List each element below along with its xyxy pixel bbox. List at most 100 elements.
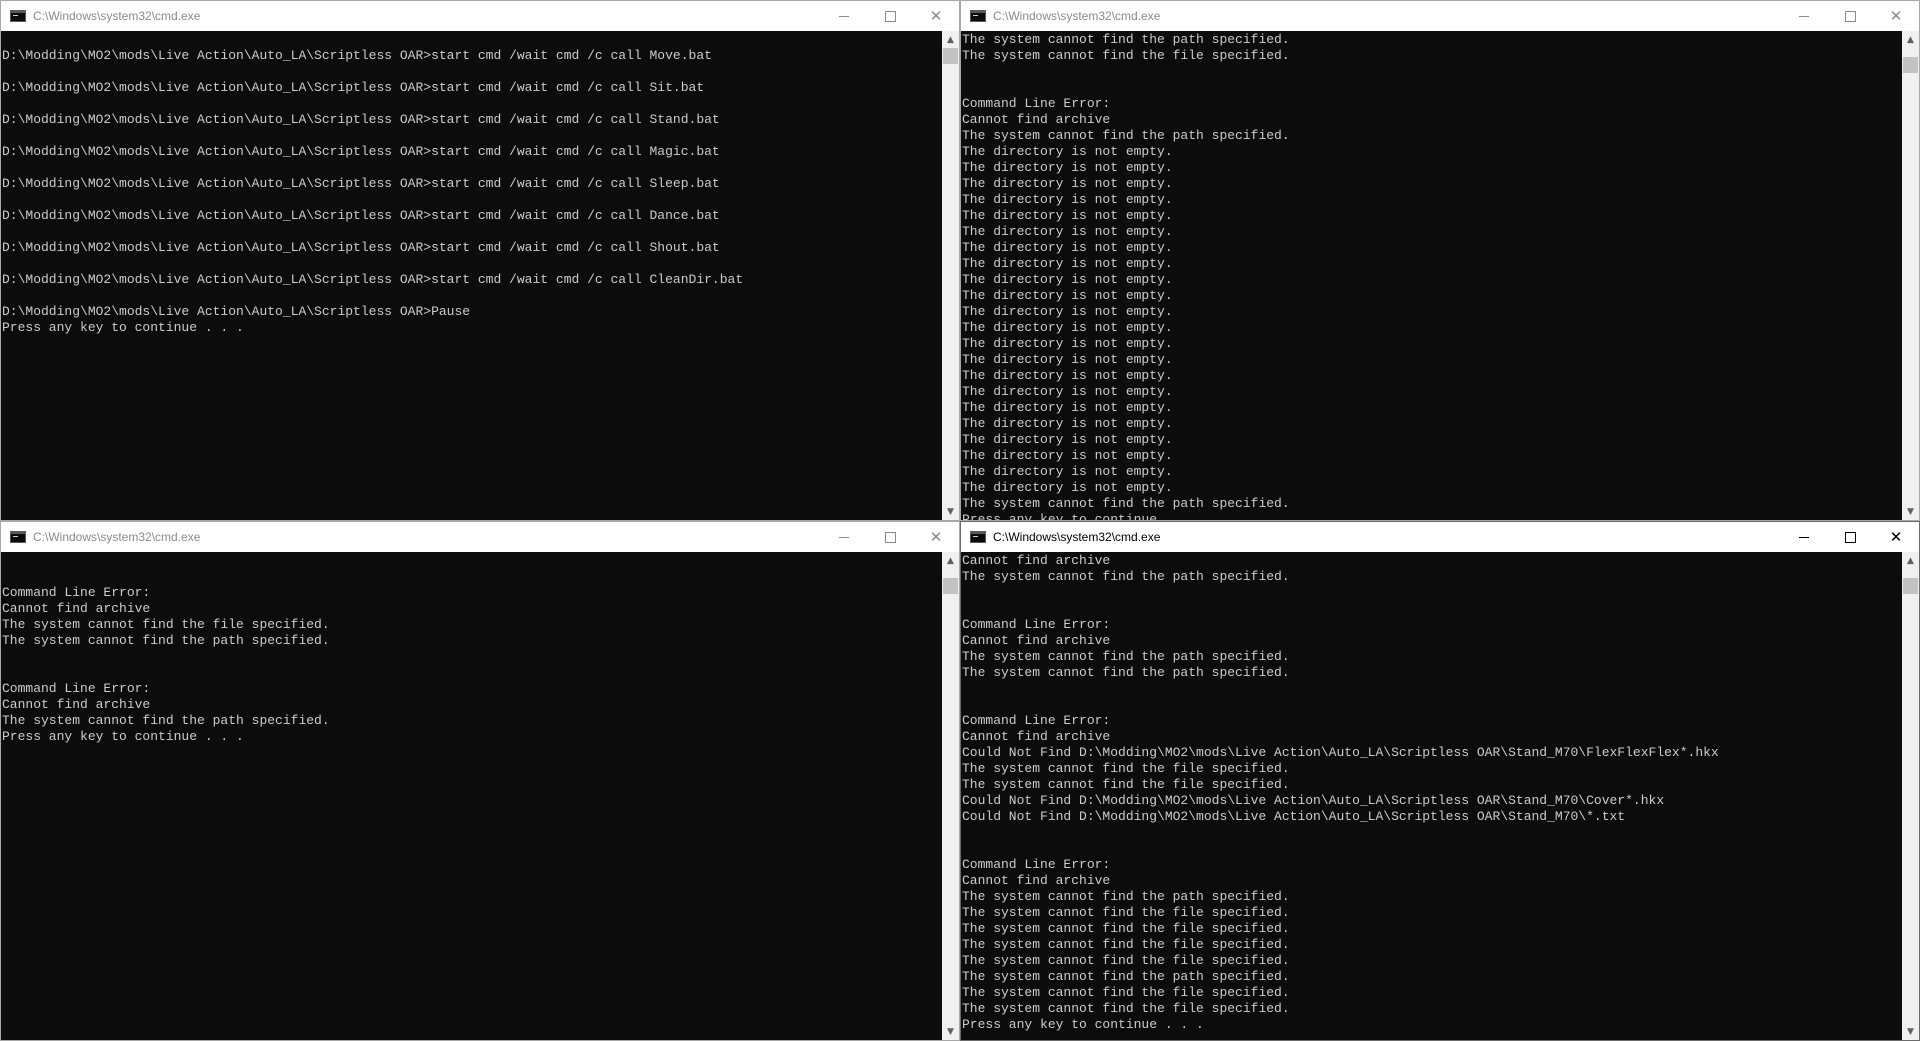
vertical-scrollbar[interactable]: ▲ ▼ — [942, 552, 959, 1040]
vertical-scrollbar[interactable]: ▲ ▼ — [1902, 31, 1919, 520]
window-title: C:\Windows\system32\cmd.exe — [33, 9, 201, 23]
scroll-down-arrow-icon[interactable]: ▼ — [942, 503, 959, 520]
console-line: Command Line Error: — [962, 617, 1111, 632]
console-line: The directory is not empty. — [962, 400, 1173, 415]
console-line: D:\Modding\MO2\mods\Live Action\Auto_LA\… — [2, 240, 720, 255]
console-line: The directory is not empty. — [962, 256, 1173, 271]
console-line: D:\Modding\MO2\mods\Live Action\Auto_LA\… — [2, 112, 720, 127]
console-line: D:\Modding\MO2\mods\Live Action\Auto_LA\… — [2, 208, 720, 223]
console-output[interactable]: Command Line Error: Cannot find archive Th… — [1, 552, 942, 1040]
console-line: Command Line Error: — [2, 681, 151, 696]
console-line: Press any key to continue . . . — [962, 1017, 1204, 1032]
maximize-button[interactable] — [1827, 522, 1873, 552]
console-line: The directory is not empty. — [962, 288, 1173, 303]
console-output[interactable]: Cannot find archive The system cannot fin… — [961, 552, 1902, 1040]
cmd-window-top-left[interactable]: C:\Windows\system32\cmd.exe ✕ D:\Modding… — [0, 0, 960, 521]
scroll-down-arrow-icon[interactable]: ▼ — [1902, 1023, 1919, 1040]
title-bar[interactable]: C:\Windows\system32\cmd.exe ✕ — [1, 522, 959, 552]
console-line: Press any key to continue . . . — [2, 729, 244, 744]
maximize-button[interactable] — [1827, 1, 1873, 31]
cmd-window-top-right[interactable]: C:\Windows\system32\cmd.exe ✕ The system… — [960, 0, 1920, 521]
title-bar[interactable]: C:\Windows\system32\cmd.exe ✕ — [1, 1, 959, 31]
scrollbar-thumb[interactable] — [1903, 56, 1918, 73]
scroll-up-arrow-icon[interactable]: ▲ — [1902, 31, 1919, 48]
console-line: D:\Modding\MO2\mods\Live Action\Auto_LA\… — [2, 176, 720, 191]
cmd-window-bottom-right[interactable]: C:\Windows\system32\cmd.exe ✕ Cannot fin… — [960, 521, 1920, 1041]
console-line: The directory is not empty. — [962, 224, 1173, 239]
console-line: The system cannot find the file specifie… — [962, 921, 1290, 936]
scroll-up-arrow-icon[interactable]: ▲ — [942, 31, 959, 48]
minimize-button[interactable] — [821, 1, 867, 31]
scrollbar-thumb[interactable] — [1903, 577, 1918, 594]
console-line: The directory is not empty. — [962, 384, 1173, 399]
console-output[interactable]: The system cannot find the path specifie… — [961, 31, 1902, 520]
scrollbar-thumb[interactable] — [943, 577, 958, 594]
console-line: The system cannot find the file specifie… — [962, 1001, 1290, 1016]
console-line: Press any key to continue . . . — [2, 320, 244, 335]
console-line: The system cannot find the file specifie… — [962, 953, 1290, 968]
console-line: The directory is not empty. — [962, 480, 1173, 495]
vertical-scrollbar[interactable]: ▲ ▼ — [1902, 552, 1919, 1040]
console-line: The system cannot find the path specifie… — [962, 569, 1290, 584]
maximize-button[interactable] — [867, 1, 913, 31]
scroll-up-arrow-icon[interactable]: ▲ — [1902, 552, 1919, 569]
console-line: Press any key to continue . . . — [962, 512, 1204, 520]
minimize-button[interactable] — [1781, 522, 1827, 552]
console-line: The system cannot find the file specifie… — [962, 761, 1290, 776]
cmd-icon[interactable] — [10, 531, 26, 543]
title-bar[interactable]: C:\Windows\system32\cmd.exe ✕ — [961, 522, 1919, 552]
minimize-button[interactable] — [1781, 1, 1827, 31]
console-line: D:\Modding\MO2\mods\Live Action\Auto_LA\… — [2, 80, 705, 95]
close-button[interactable]: ✕ — [1873, 1, 1919, 31]
console-line: The system cannot find the path specifie… — [962, 665, 1290, 680]
console-line: The directory is not empty. — [962, 144, 1173, 159]
console-line: The directory is not empty. — [962, 176, 1173, 191]
window-title: C:\Windows\system32\cmd.exe — [993, 530, 1161, 544]
scroll-up-arrow-icon[interactable]: ▲ — [942, 552, 959, 569]
maximize-button[interactable] — [867, 522, 913, 552]
scroll-down-arrow-icon[interactable]: ▼ — [942, 1023, 959, 1040]
close-icon: ✕ — [1889, 528, 1903, 546]
window-title: C:\Windows\system32\cmd.exe — [33, 530, 201, 544]
cmd-icon[interactable] — [970, 531, 986, 543]
scroll-down-arrow-icon[interactable]: ▼ — [1902, 503, 1919, 520]
title-bar[interactable]: C:\Windows\system32\cmd.exe ✕ — [961, 1, 1919, 31]
console-line: Could Not Find D:\Modding\MO2\mods\Live … — [962, 793, 1665, 808]
close-button[interactable]: ✕ — [913, 522, 959, 552]
console-line: The directory is not empty. — [962, 448, 1173, 463]
console-line: The system cannot find the path specifie… — [962, 969, 1290, 984]
close-button[interactable]: ✕ — [913, 1, 959, 31]
console-line: Cannot find archive — [962, 633, 1111, 648]
cmd-icon[interactable] — [970, 10, 986, 22]
console-line: The system cannot find the path specifie… — [962, 128, 1290, 143]
console-line: The directory is not empty. — [962, 240, 1173, 255]
cmd-window-bottom-left[interactable]: C:\Windows\system32\cmd.exe ✕ Command Li… — [0, 521, 960, 1041]
console-line: The system cannot find the path specifie… — [962, 32, 1290, 47]
close-button[interactable]: ✕ — [1873, 522, 1919, 552]
scrollbar-thumb[interactable] — [943, 48, 958, 64]
console-line: Could Not Find D:\Modding\MO2\mods\Live … — [962, 809, 1626, 824]
console-line: The system cannot find the file specifie… — [962, 937, 1290, 952]
console-line: The system cannot find the file specifie… — [962, 777, 1290, 792]
console-output[interactable]: D:\Modding\MO2\mods\Live Action\Auto_LA\… — [1, 31, 942, 520]
console-line: Command Line Error: — [2, 585, 151, 600]
console-line: Command Line Error: — [962, 713, 1111, 728]
console-line: Command Line Error: — [962, 96, 1111, 111]
console-line: The directory is not empty. — [962, 208, 1173, 223]
minimize-button[interactable] — [821, 522, 867, 552]
cmd-icon[interactable] — [10, 10, 26, 22]
vertical-scrollbar[interactable]: ▲ ▼ — [942, 31, 959, 520]
